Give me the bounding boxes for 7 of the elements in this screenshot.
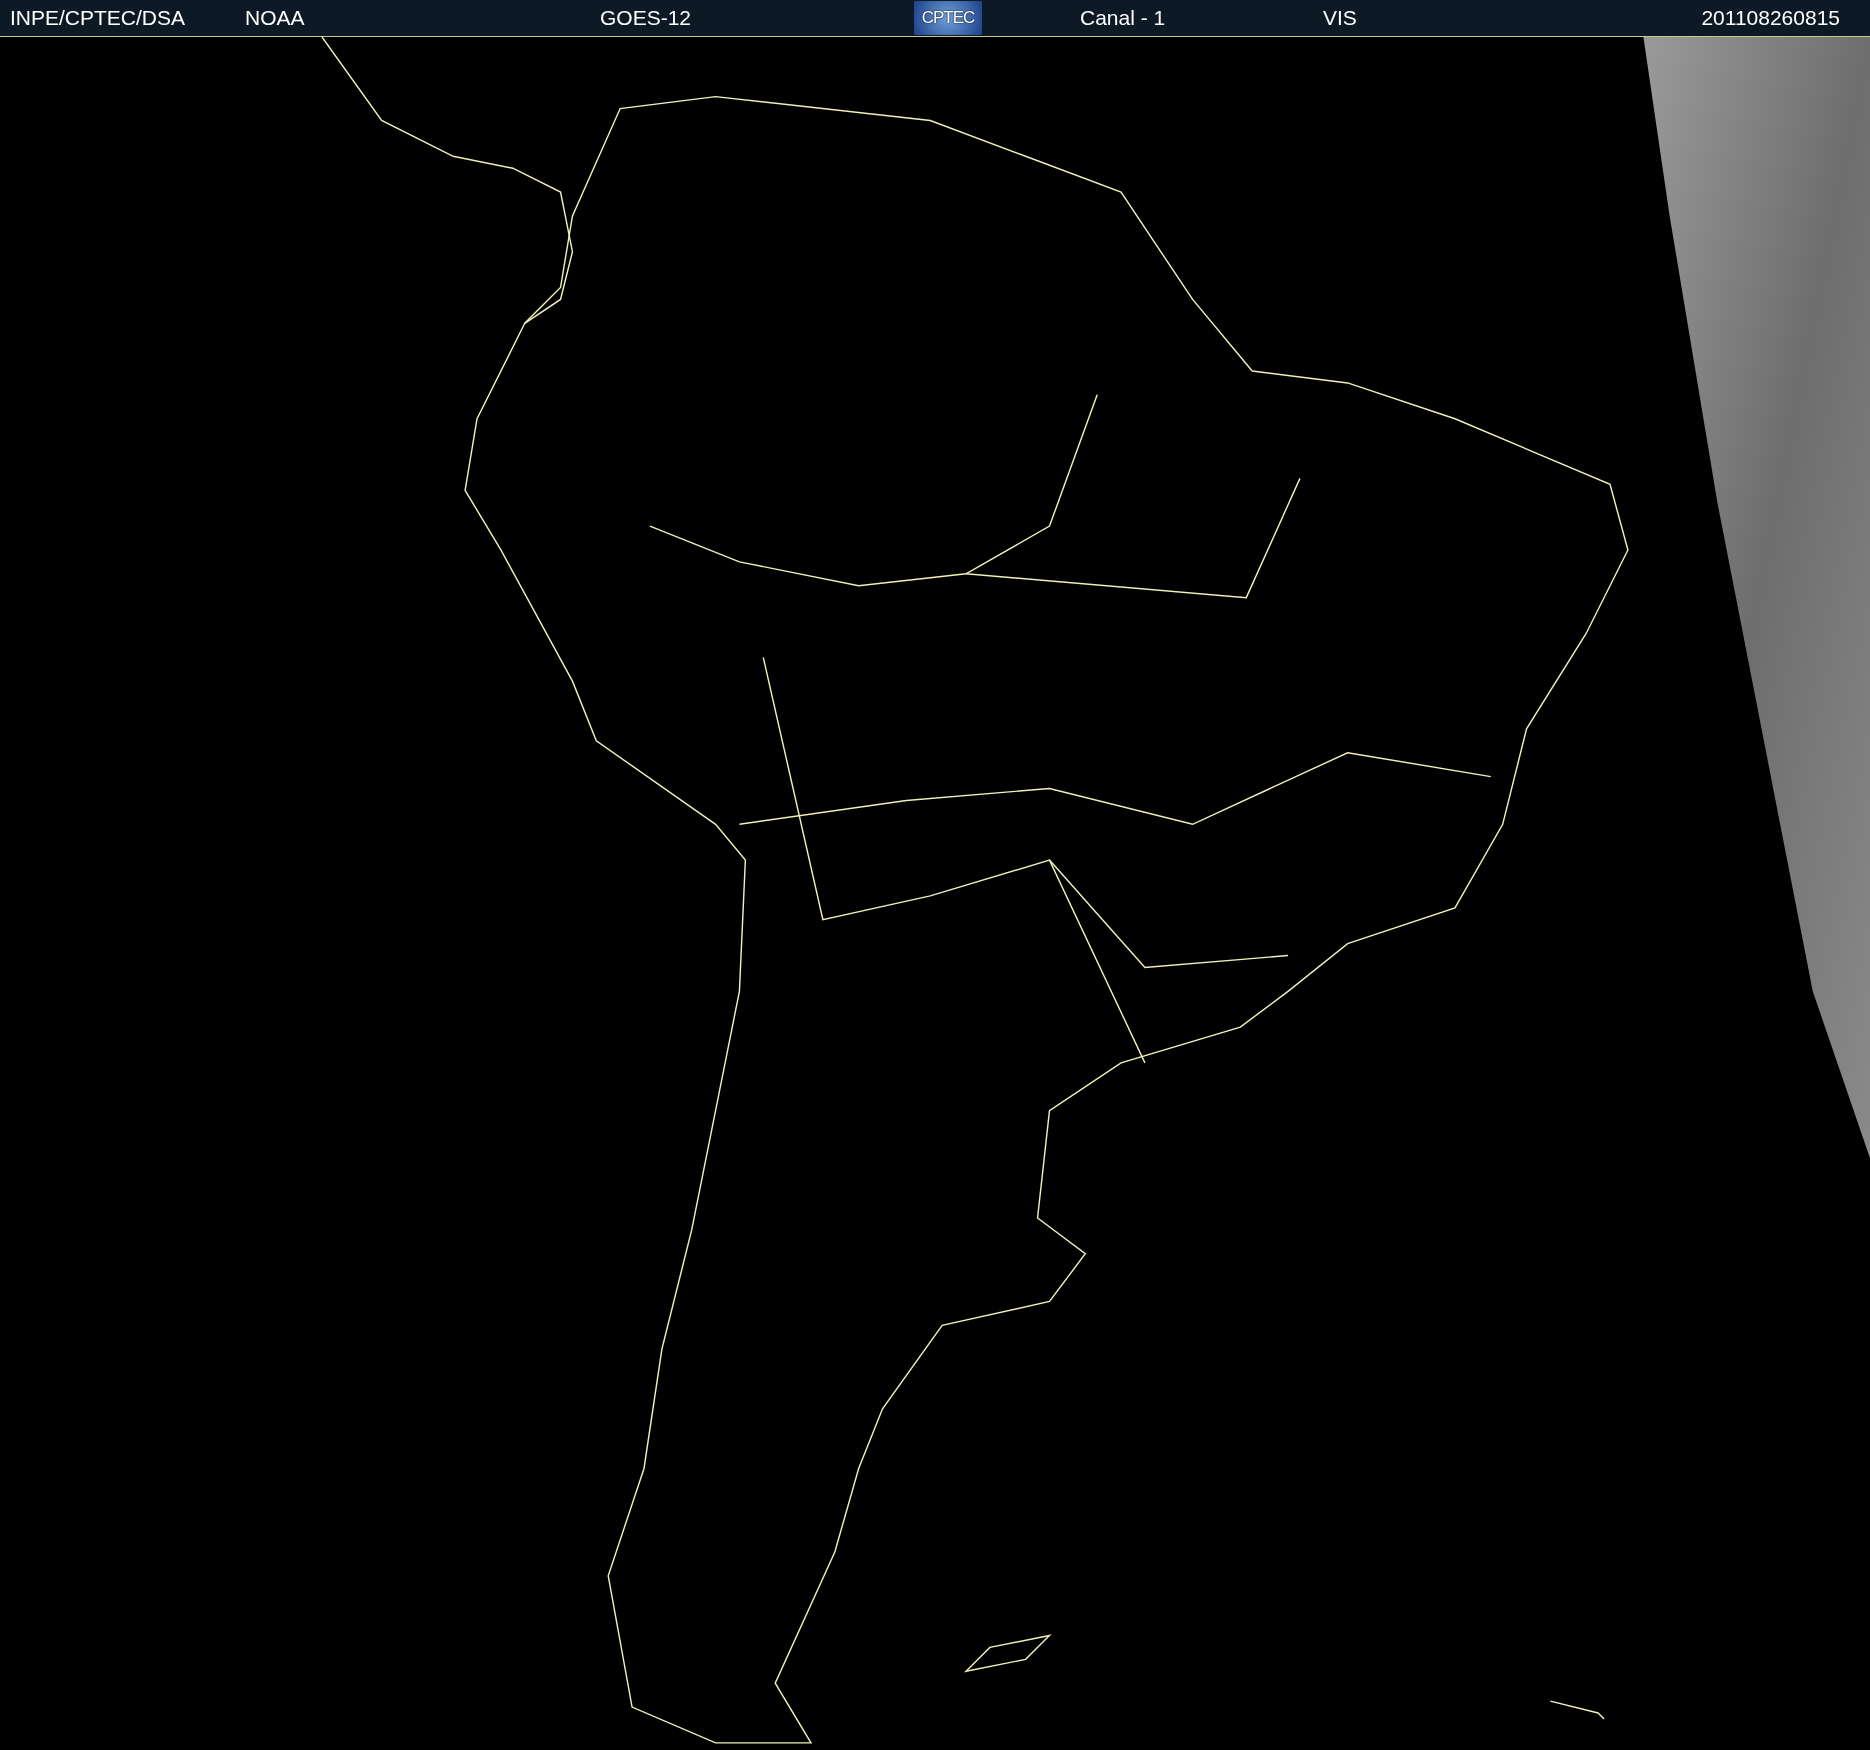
agency-label: NOAA [245, 6, 305, 30]
channel-label: Canal - 1 [1080, 6, 1166, 30]
logo: CPTEC [914, 1, 982, 35]
band-label: VIS [1323, 6, 1357, 30]
satellite-label: GOES-12 [600, 6, 692, 30]
source-label: INPE/CPTEC/DSA [10, 6, 186, 30]
timestamp-label: 201108260815 [1701, 6, 1840, 30]
